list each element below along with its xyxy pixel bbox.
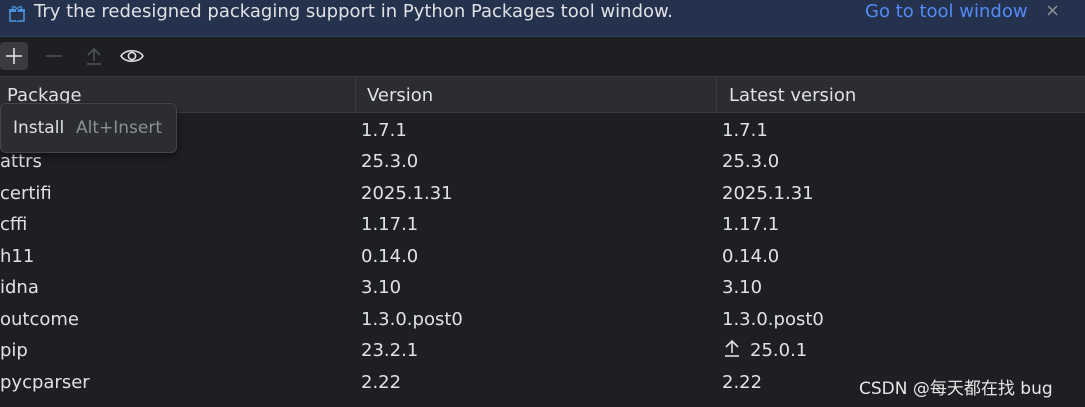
table-row[interactable]: pip 23.2.1 25.0.1 [0,334,1085,365]
package-name: cffi [0,214,28,235]
toolbar [0,38,1085,76]
package-name: outcome [0,309,79,330]
package-latest-version: 25.3.0 [722,151,780,172]
package-table: 1.7.1 1.7.1 attrs 25.3.0 25.3.0 certifi … [0,113,1085,407]
package-name: h11 [0,246,35,267]
notification-banner: Try the redesigned packaging support in … [0,0,1085,37]
add-icon [6,48,22,64]
upgrade-package-button[interactable] [80,42,108,70]
package-version: 0.14.0 [361,246,419,267]
table-row[interactable]: idna 3.10 3.10 [0,271,1085,302]
package-version: 1.17.1 [361,214,419,235]
watermark: CSDN @每天都在找 bug [859,379,1053,399]
package-version: 23.2.1 [361,340,419,361]
gift-icon [9,6,25,22]
upgrade-icon [87,47,101,65]
table-row[interactable]: outcome 1.3.0.post0 1.3.0.post0 [0,303,1085,334]
table-row[interactable]: certifi 2025.1.31 2025.1.31 [0,177,1085,208]
uninstall-package-button[interactable] [40,42,68,70]
tooltip-label: Install [13,118,65,138]
package-latest-version: 2025.1.31 [722,183,814,204]
column-divider[interactable] [716,77,717,112]
table-row[interactable]: h11 0.14.0 0.14.0 [0,240,1085,271]
package-version: 2025.1.31 [361,183,453,204]
package-latest-version: 3.10 [722,277,763,298]
latest-version-value: 25.0.1 [750,340,808,361]
column-header-latest-version[interactable]: Latest version [729,77,856,112]
table-row[interactable]: cffi 1.17.1 1.17.1 [0,208,1085,239]
tooltip-shortcut: Alt+Insert [76,118,163,138]
package-version: 1.7.1 [361,120,407,141]
package-latest-version: 1.7.1 [722,120,768,141]
package-latest-version: 25.0.1 [722,334,807,367]
package-latest-version: 1.17.1 [722,214,780,235]
go-to-tool-window-link[interactable]: Go to tool window [865,1,1028,23]
package-version: 25.3.0 [361,151,419,172]
package-name: pip [0,340,28,361]
package-version: 3.10 [361,277,402,298]
banner-message: Try the redesigned packaging support in … [34,1,673,22]
show-early-releases-button[interactable] [118,42,146,70]
upgrade-available-icon [725,339,739,357]
remove-icon [46,55,62,57]
install-tooltip: Install Alt+Insert [0,103,177,153]
close-icon[interactable]: × [1045,0,1060,22]
package-latest-version: 2.22 [722,372,763,393]
package-version: 2.22 [361,372,402,393]
package-name: idna [0,277,39,298]
eye-icon [120,49,144,63]
package-name: pycparser [0,372,90,393]
package-latest-version: 1.3.0.post0 [722,309,824,330]
column-header-version[interactable]: Version [367,77,433,112]
package-name: certifi [0,183,52,204]
package-version: 1.3.0.post0 [361,309,463,330]
column-divider[interactable] [355,77,356,112]
add-package-button[interactable] [0,42,28,70]
package-latest-version: 0.14.0 [722,246,780,267]
